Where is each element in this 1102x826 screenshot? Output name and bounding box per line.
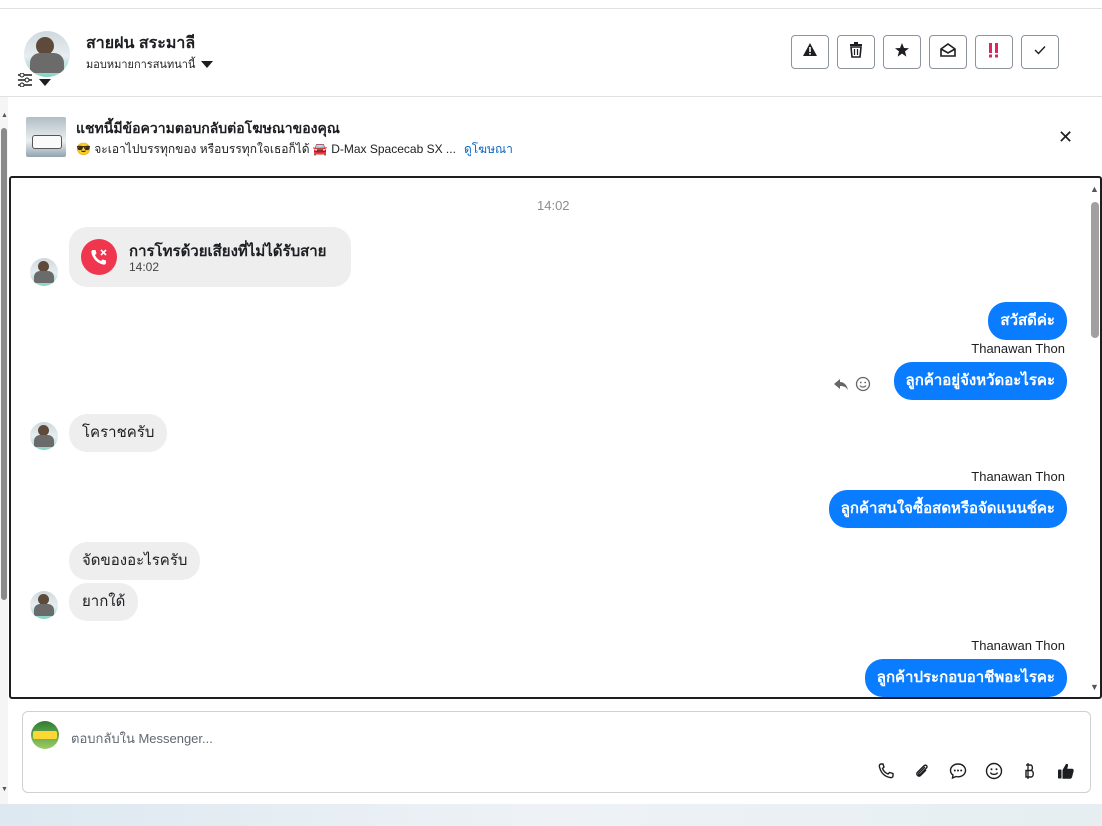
scroll-down-icon[interactable]: ▼ [1090, 682, 1099, 692]
scroll-up-icon[interactable]: ▲ [1090, 184, 1099, 194]
sender-name: Thanawan Thon [971, 638, 1065, 653]
chevron-down-icon [201, 60, 214, 68]
page-scroll-thumb[interactable] [1, 128, 7, 600]
trash-icon [849, 41, 863, 63]
message-composer: ตอบกลับใน Messenger... [22, 711, 1091, 793]
ad-reply-banner: แชทนี้มีข้อความตอบกลับต่อโฆษณาของคุณ 😎 จ… [10, 97, 1102, 175]
conversation-header: สายฝน สระมาลี มอบหมายการสนทนานี้ [0, 9, 1102, 97]
outgoing-message[interactable]: ลูกค้าอยู่จังหวัดอะไรคะ [893, 362, 1067, 400]
emoji-react-icon[interactable] [855, 376, 871, 397]
scroll-up-icon[interactable]: ▲ [1, 112, 8, 119]
ad-thumbnail[interactable] [26, 117, 66, 157]
close-icon[interactable]: ✕ [1058, 127, 1073, 148]
reply-icon[interactable] [833, 377, 849, 396]
scroll-down-icon[interactable]: ▼ [1, 786, 8, 793]
baht-icon[interactable] [1019, 760, 1041, 782]
composer-toolbar [875, 760, 1077, 782]
missed-call-icon [81, 239, 117, 275]
star-icon [894, 42, 910, 63]
attach-icon[interactable] [911, 760, 933, 782]
contact-avatar[interactable] [24, 31, 70, 77]
bottom-background [0, 804, 1102, 826]
page-avatar [31, 721, 59, 749]
outgoing-message[interactable]: ลูกค้าประกอบอาชีพอะไรคะ [864, 659, 1067, 697]
mark-unread-icon [940, 42, 956, 62]
thread-scroll-thumb[interactable] [1091, 202, 1099, 338]
contact-avatar-small[interactable] [30, 258, 58, 286]
sender-name: Thanawan Thon [971, 469, 1065, 484]
missed-call-time: 14:02 [129, 260, 160, 274]
chevron-down-icon [39, 79, 51, 86]
filter-dropdown[interactable] [17, 72, 51, 92]
contact-avatar-small[interactable] [30, 422, 58, 450]
page-scrollbar[interactable]: ▲ ▼ [0, 96, 8, 804]
view-ad-link[interactable]: ดูโฆษณา [464, 140, 513, 159]
emoji-icon[interactable] [983, 760, 1005, 782]
mark-unread-button[interactable] [929, 35, 967, 69]
message-actions [833, 376, 871, 397]
contact-avatar-small[interactable] [30, 591, 58, 619]
spam-alert-icon [987, 42, 1001, 63]
spam-button[interactable] [975, 35, 1013, 69]
mark-done-button[interactable] [1021, 35, 1059, 69]
warning-icon [802, 42, 818, 62]
conversation-actions [791, 35, 1059, 69]
contact-name[interactable]: สายฝน สระมาลี [86, 31, 195, 56]
outgoing-message[interactable]: สวัสดีค่ะ [988, 302, 1067, 340]
ad-caption: 😎 จะเอาไปบรรทุกของ หรือบรรทุกใจเธอก็ได้ … [76, 142, 456, 156]
banner-title: แชทนี้มีข้อความตอบกลับต่อโฆษณาของคุณ [76, 120, 340, 136]
check-icon [1033, 43, 1047, 61]
incoming-message[interactable]: โคราชครับ [69, 414, 168, 452]
missed-call-message[interactable]: การโทรด้วยเสียงที่ไม่ได้รับสาย 14:02 [69, 227, 351, 287]
thread-scrollbar[interactable]: ▲ ▼ [1089, 182, 1100, 694]
phone-icon[interactable] [875, 760, 897, 782]
sender-name: Thanawan Thon [971, 341, 1065, 356]
incoming-message[interactable]: ยากใด้ [69, 583, 139, 621]
incoming-message[interactable]: จัดของอะไรครับ [69, 542, 201, 580]
banner-subtitle-row: 😎 จะเอาไปบรรทุกของ หรือบรรทุกใจเธอก็ได้ … [76, 140, 513, 159]
sliders-icon [17, 72, 33, 92]
reply-input[interactable]: ตอบกลับใน Messenger... [71, 728, 213, 749]
thumbs-up-icon[interactable] [1055, 760, 1077, 782]
assign-conversation-dropdown[interactable]: มอบหมายการสนทนานี้ [86, 55, 214, 73]
delete-button[interactable] [837, 35, 875, 69]
report-button[interactable] [791, 35, 829, 69]
star-button[interactable] [883, 35, 921, 69]
message-thread[interactable]: ▲ ▼ 14:02 การโทรด้วยเสียงที่ไม่ได้รับสาย… [9, 176, 1102, 699]
saved-reply-icon[interactable] [947, 760, 969, 782]
assign-label: มอบหมายการสนทนานี้ [86, 59, 196, 71]
thread-timestamp: 14:02 [537, 198, 570, 213]
top-bar [0, 0, 1102, 9]
outgoing-message[interactable]: ลูกค้าสนใจซื้อสดหรือจัดแนนช์คะ [828, 490, 1067, 528]
